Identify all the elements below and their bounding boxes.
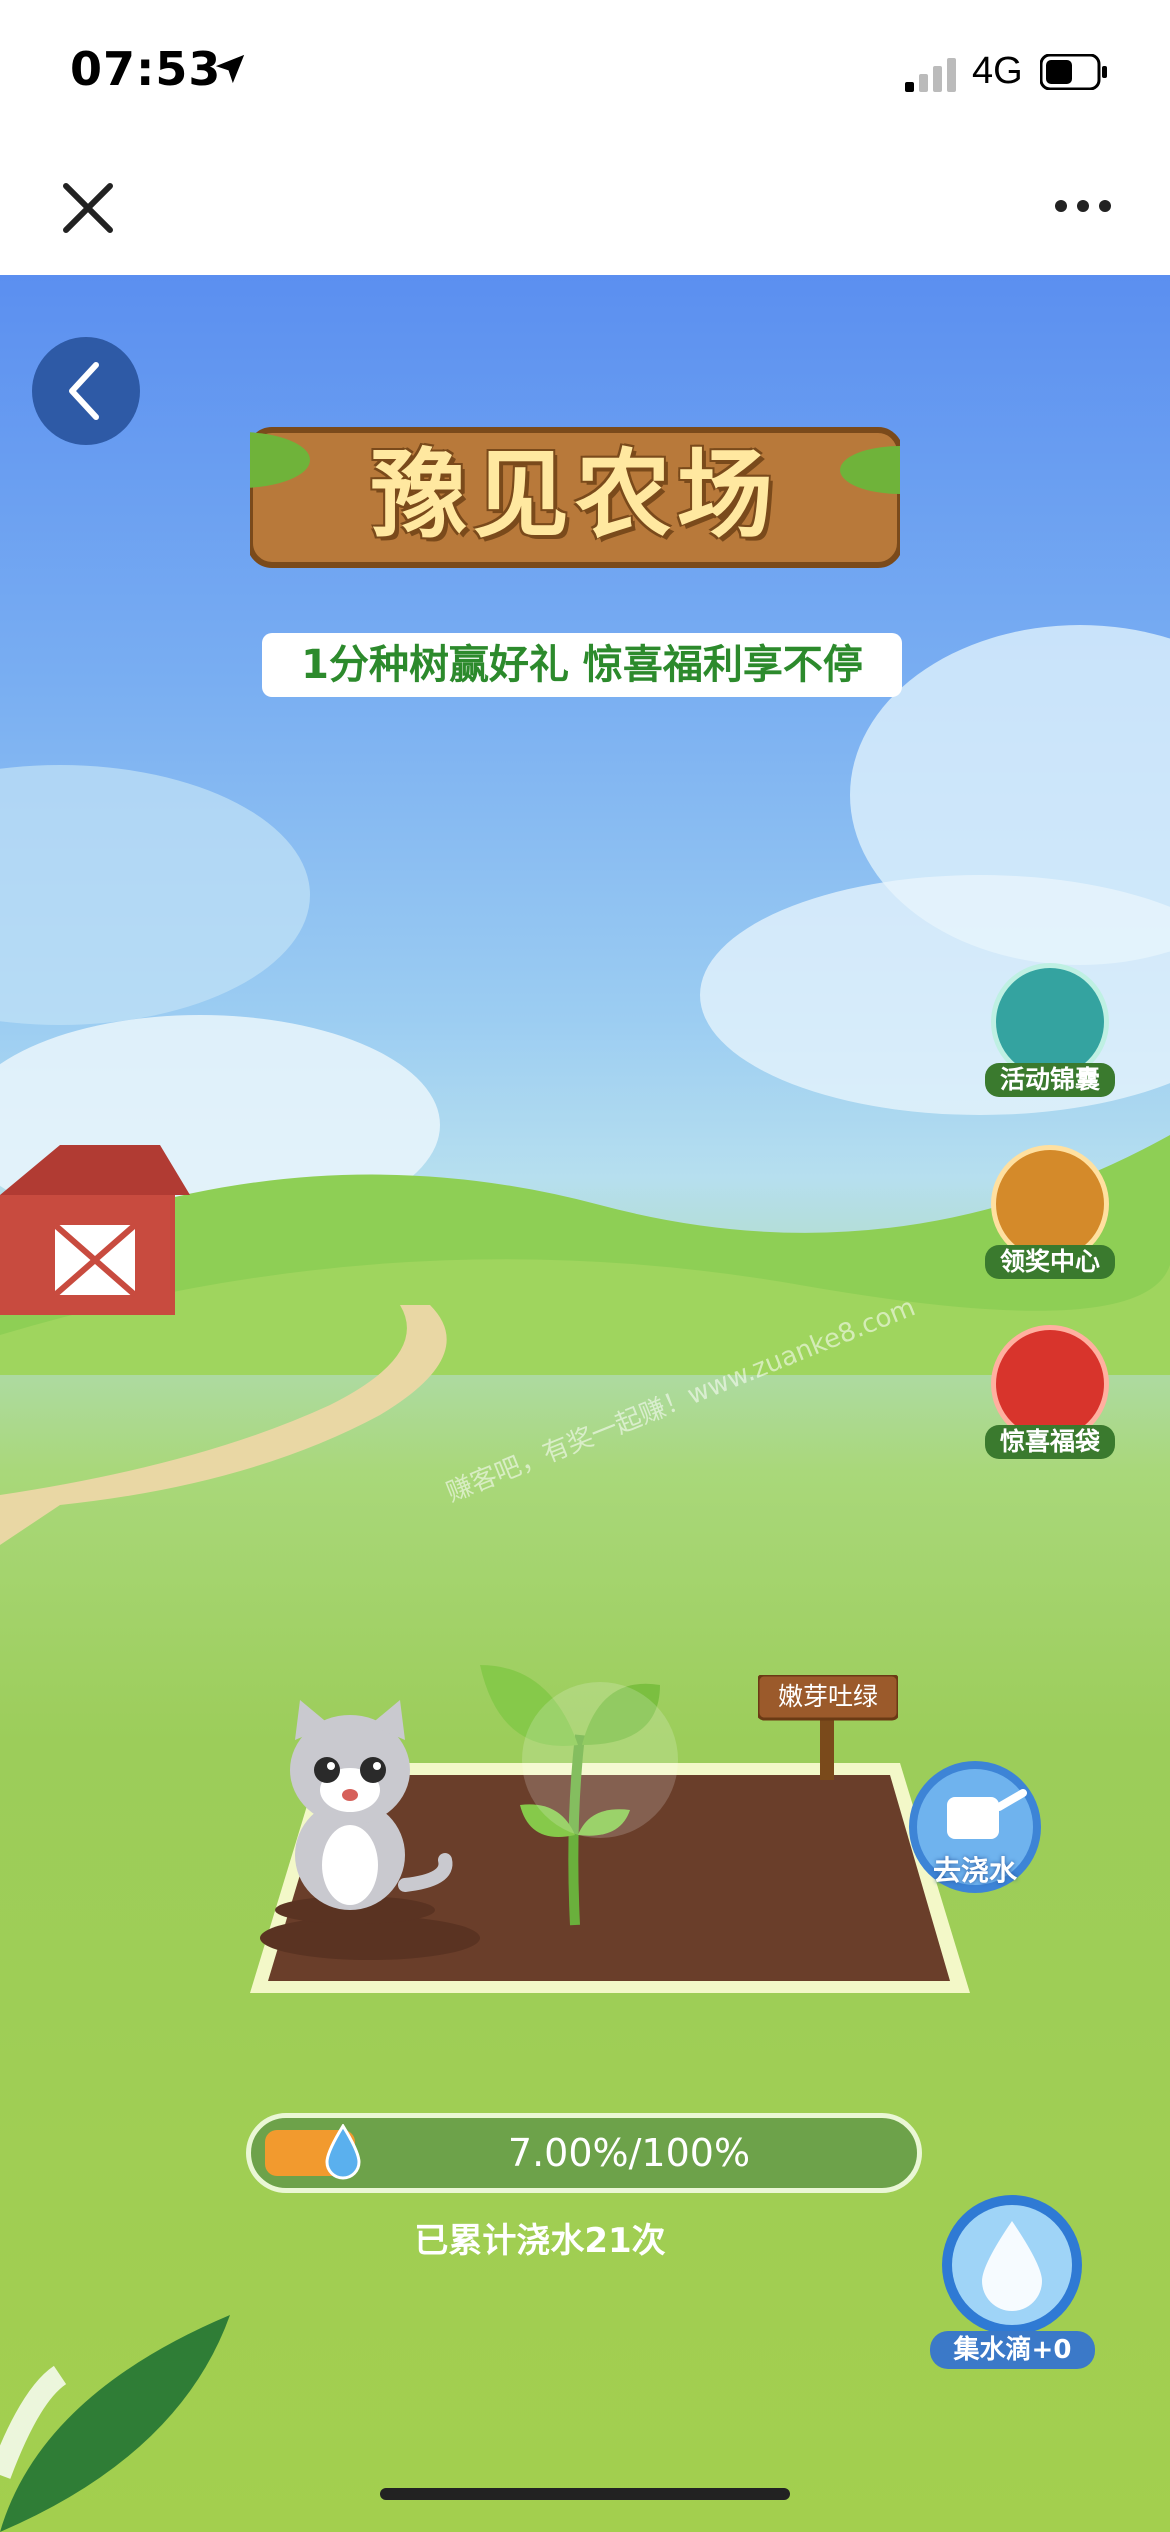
collect-water-button[interactable]: 集水滴+0 <box>930 2193 1095 2373</box>
surprise-bag-button[interactable]: 惊喜福袋 <box>985 1325 1115 1465</box>
status-bar: 07:53 4G <box>0 0 1170 140</box>
surprise-bag-label: 惊喜福袋 <box>985 1425 1115 1459</box>
more-icon[interactable] <box>1053 196 1113 216</box>
status-time: 07:53 <box>70 42 222 96</box>
rewards-center-label: 领奖中心 <box>985 1245 1115 1279</box>
activity-tips-label: 活动锦囊 <box>985 1063 1115 1097</box>
nav-bar <box>0 140 1170 275</box>
page-title: 豫见农场 <box>371 439 779 551</box>
signal-icon <box>905 58 956 92</box>
cat-mascot <box>275 1700 453 1924</box>
water-button[interactable]: 去浇水 <box>905 1757 1045 1907</box>
progress-text: 7.00%/100% <box>507 2131 751 2175</box>
close-icon[interactable] <box>58 178 118 238</box>
sprout-plant <box>480 1665 678 1926</box>
farm-game: 豫见农场 1分种树赢好礼 惊喜福利享不停 活动锦囊 领奖中心 惊喜福袋 赚客吧，… <box>0 275 1170 2532</box>
location-arrow-icon <box>215 54 245 84</box>
rewards-center-button[interactable]: 领奖中心 <box>985 1145 1115 1285</box>
title-sign: 豫见农场 <box>250 420 900 570</box>
activity-tips-button[interactable]: 活动锦囊 <box>985 963 1115 1103</box>
growth-progress-bar: 7.00%/100% <box>246 2113 922 2193</box>
growth-stage-sign: 嫩芽吐绿 <box>758 1675 898 1780</box>
back-button[interactable] <box>32 337 140 445</box>
growth-stage-label: 嫩芽吐绿 <box>777 1682 878 1711</box>
subtitle-text: 1分种树赢好礼 惊喜福利享不停 <box>301 642 863 688</box>
collect-water-label: 集水滴+0 <box>930 2331 1095 2369</box>
home-indicator <box>380 2488 790 2500</box>
network-type: 4G <box>972 50 1023 92</box>
battery-icon <box>1040 54 1107 90</box>
water-button-label: 去浇水 <box>932 1854 1017 1887</box>
subtitle-banner: 1分种树赢好礼 惊喜福利享不停 <box>262 633 902 697</box>
chevron-left-icon <box>69 362 99 420</box>
foreground-leaves <box>0 2315 230 2532</box>
water-drop-icon <box>942 2195 1082 2335</box>
